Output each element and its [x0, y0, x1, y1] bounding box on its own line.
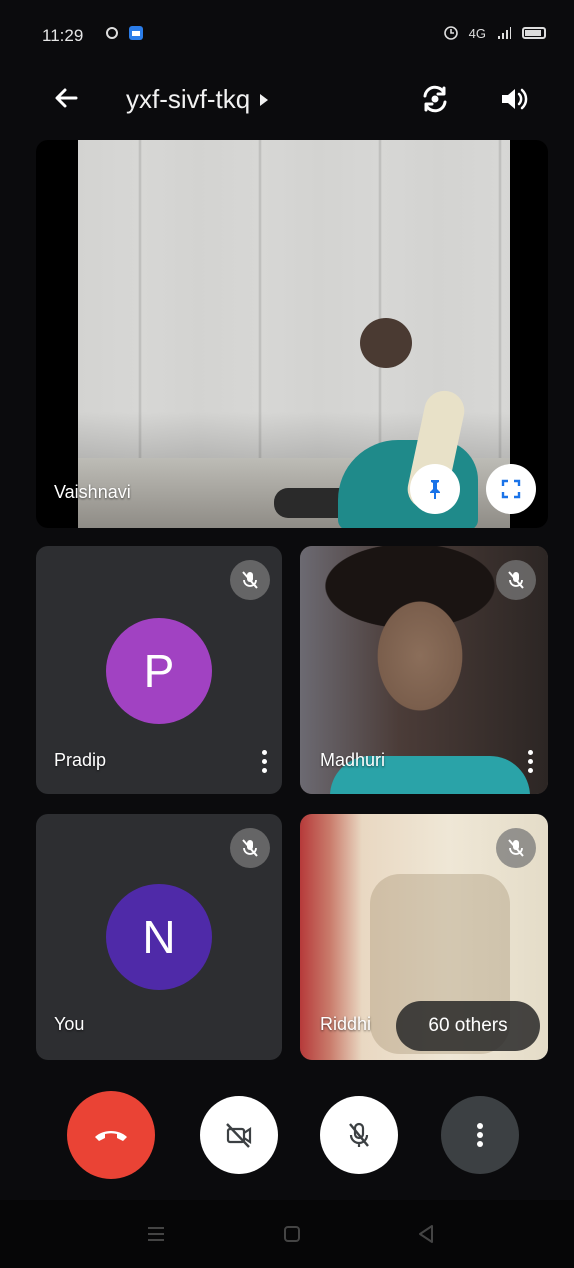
status-bar: 11:29 4G	[0, 0, 574, 70]
more-vert-icon	[477, 1123, 483, 1147]
mic-off-icon	[508, 839, 524, 857]
top-bar: yxf-sivf-tkq	[0, 70, 574, 126]
mic-off-icon	[242, 571, 258, 589]
speaker-icon[interactable]	[494, 80, 532, 118]
pin-button[interactable]	[410, 464, 460, 514]
system-nav-bar	[0, 1200, 574, 1268]
end-call-button[interactable]	[67, 1091, 155, 1179]
participant-tile[interactable]: P Pradip	[36, 546, 282, 794]
microphone-toggle-button[interactable]	[320, 1096, 398, 1174]
mic-off-badge	[230, 828, 270, 868]
participant-name: Riddhi	[320, 1014, 372, 1034]
participant-tile-self[interactable]: N You	[36, 814, 282, 1060]
others-count-label: 60 others	[428, 1015, 508, 1036]
others-count-button[interactable]: 60 others	[396, 1001, 540, 1051]
more-options-button[interactable]	[441, 1096, 519, 1174]
participant-name: Madhuri	[320, 750, 386, 770]
participant-tile[interactable]: Madhuri	[300, 546, 548, 794]
fullscreen-icon	[501, 479, 521, 499]
battery-icon	[522, 27, 546, 39]
mic-off-badge	[230, 560, 270, 600]
avatar-initial: N	[142, 911, 176, 963]
switch-camera-icon[interactable]	[416, 80, 454, 118]
participant-name: Pradip	[54, 750, 107, 770]
more-options-icon[interactable]	[520, 744, 540, 778]
app-notification-icon	[129, 26, 143, 40]
back-icon[interactable]	[414, 1222, 438, 1246]
network-type: 4G	[468, 25, 486, 41]
participant-name: You	[54, 1014, 85, 1034]
recent-apps-icon[interactable]	[144, 1222, 168, 1246]
camera-toggle-button[interactable]	[200, 1096, 278, 1174]
call-controls	[0, 1080, 574, 1190]
meeting-code: yxf-sivf-tkq	[126, 84, 251, 114]
avatar-initial: P	[143, 645, 175, 697]
pin-icon	[430, 480, 440, 499]
avatar: N	[106, 884, 212, 990]
fullscreen-button[interactable]	[486, 464, 536, 514]
mic-off-icon	[242, 839, 258, 857]
end-call-icon	[95, 1131, 127, 1141]
more-options-icon[interactable]	[254, 744, 274, 778]
participant-tile-main[interactable]: Vaishnavi	[36, 140, 548, 528]
back-arrow-icon[interactable]	[48, 80, 84, 116]
chevron-right-icon	[260, 93, 269, 106]
mic-off-icon	[349, 1122, 369, 1147]
meeting-code-button[interactable]: yxf-sivf-tkq	[126, 84, 269, 115]
status-time: 11:29	[42, 26, 84, 45]
home-icon[interactable]	[280, 1222, 304, 1246]
avatar: P	[106, 618, 212, 724]
mic-off-badge	[496, 828, 536, 868]
mic-off-icon	[508, 571, 524, 589]
participant-name: Vaishnavi	[54, 482, 131, 502]
sync-icon	[106, 27, 118, 39]
camera-off-icon	[226, 1123, 252, 1148]
alarm-icon	[443, 26, 458, 40]
signal-icon	[498, 27, 511, 39]
mic-off-badge	[496, 560, 536, 600]
